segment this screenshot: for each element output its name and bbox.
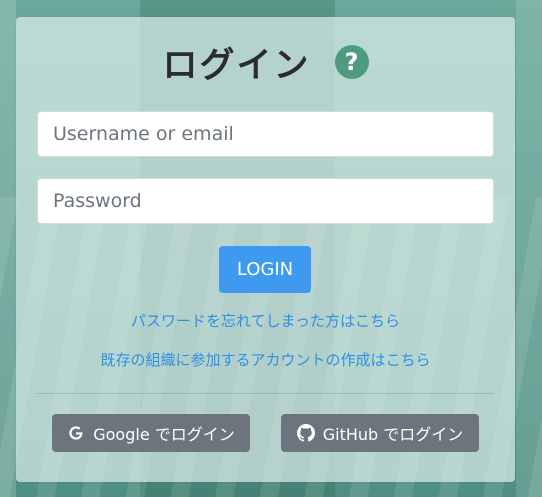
google-login-button[interactable]: Google でログイン (52, 414, 250, 452)
github-icon (296, 424, 315, 442)
forgot-password-link[interactable]: パスワードを忘れてしまった方はこちら (16, 310, 515, 331)
page-title: ログイン (162, 45, 311, 86)
login-button[interactable]: LOGIN (219, 246, 311, 293)
login-panel: ログイン ? LOGIN パスワードを忘れてしまった方はこちら 既存の組織に参加… (16, 17, 515, 482)
create-account-link[interactable]: 既存の組織に参加するアカウントの作成はこちら (16, 349, 515, 370)
username-input[interactable] (37, 111, 494, 157)
question-circle-icon[interactable]: ? (334, 45, 369, 79)
title-row: ログイン ? (16, 37, 515, 87)
google-login-label: Google でログイン (93, 425, 235, 444)
github-login-button[interactable]: GitHub でログイン (281, 414, 479, 452)
password-input[interactable] (37, 178, 494, 224)
github-login-label: GitHub でログイン (322, 425, 464, 444)
divider (37, 393, 494, 394)
google-icon (69, 426, 84, 440)
